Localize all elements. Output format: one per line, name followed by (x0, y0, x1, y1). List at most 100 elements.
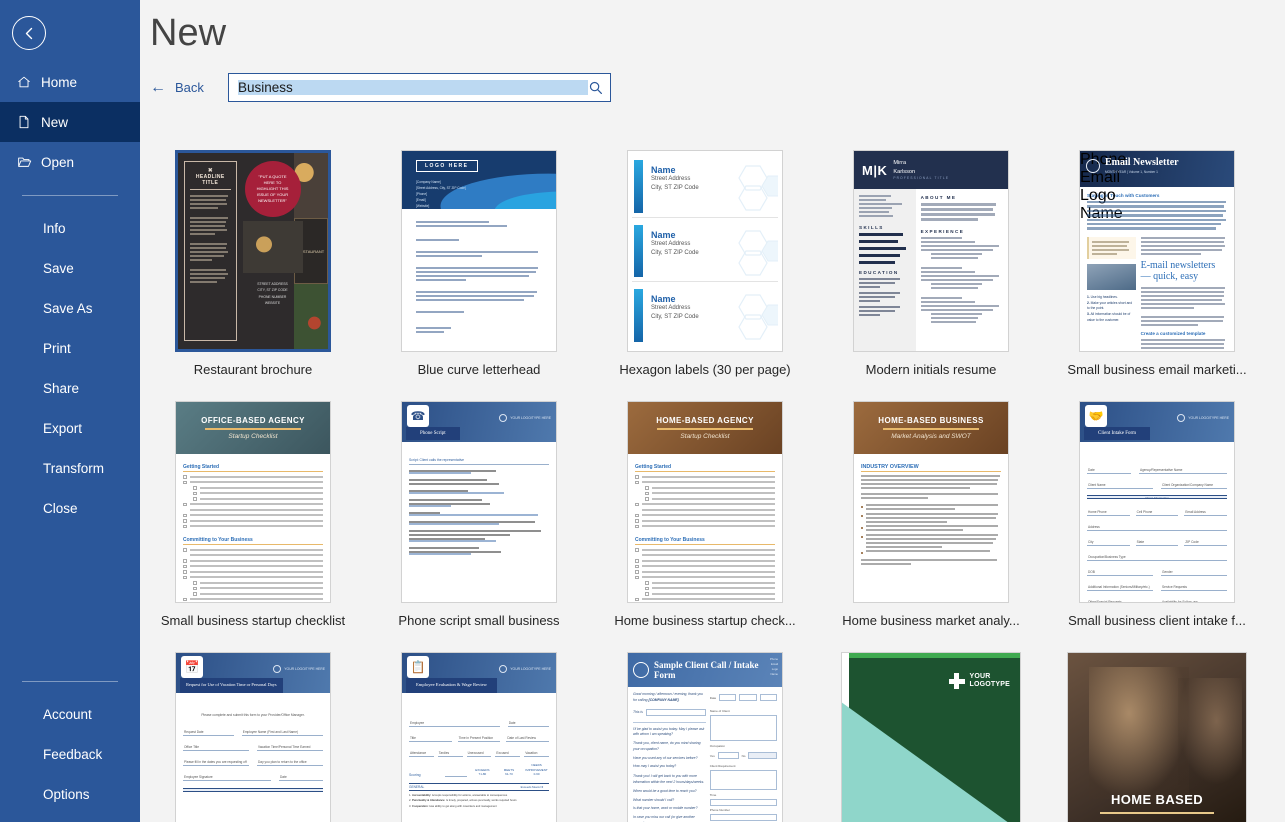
analysis-section-1: INDUSTRY OVERVIEW (861, 464, 1001, 472)
phone-icon: ☎ (407, 405, 429, 427)
sidebar-item-save-as[interactable]: Save As (0, 288, 140, 328)
resume-about-heading: ABOUT ME (920, 195, 957, 200)
template-card-restaurant-brochure[interactable]: ✖ HEADLINE TITLE "PUT A QUOTE HERE TO HI… (140, 140, 366, 377)
label-street: Street Address (651, 240, 691, 247)
medical-cross-icon (948, 673, 965, 690)
page-title: New (150, 12, 227, 54)
restaurant-brochure-art: ✖ HEADLINE TITLE "PUT A QUOTE HERE TO HI… (178, 153, 328, 349)
sidebar-item-share[interactable]: Share (0, 368, 140, 408)
new-document-icon (17, 115, 41, 129)
newsletter-masthead: Email Newsletter (1105, 157, 1179, 168)
sidebar-item-new-label: New (41, 114, 69, 130)
template-card-blue-curve-letterhead[interactable]: LOGO HERE [Company Name] [Street Address,… (366, 140, 592, 377)
search-input[interactable]: Business (228, 73, 611, 102)
sidebar-item-home[interactable]: Home (0, 62, 140, 102)
label-city: City, ST ZIP Code (651, 249, 699, 256)
template-thumbnail[interactable]: Email Newsletter MONTH YEAR | Volume 1, … (1079, 150, 1235, 352)
analysis-title: HOME-BASED BUSINESS (878, 416, 984, 425)
template-caption: Small business email marketi... (1067, 362, 1247, 377)
sidebar-item-transform[interactable]: Transform (0, 448, 140, 488)
template-card-vacation-request-form[interactable]: 📅 YOUR LOGO/TYPE HERE Request for Use of… (140, 642, 366, 822)
sidebar-item-open[interactable]: Open (0, 142, 140, 182)
checklist-section-1: Getting Started (183, 464, 323, 472)
section-strip: Client Information (1087, 495, 1227, 500)
header-nav: Phone Email Logo Name (769, 657, 778, 677)
template-row: 📅 YOUR LOGO/TYPE HERE Request for Use of… (140, 642, 1285, 822)
template-card-home-based-photo-template[interactable]: HOME BASED (1044, 642, 1270, 822)
brochure-headline: HEADLINE TITLE (190, 174, 231, 190)
green-logotype-art: YOUR LOGOTYPE (842, 653, 1020, 822)
back-link[interactable]: ← Back (150, 78, 228, 96)
template-caption: Phone script small business (398, 613, 560, 628)
template-thumbnail[interactable]: OFFICE-BASED AGENCY Startup Checklist Ge… (175, 401, 331, 603)
template-caption: Modern initials resume (865, 362, 997, 377)
back-circle-button[interactable] (12, 16, 46, 50)
template-card-small-business-startup-checklist[interactable]: OFFICE-BASED AGENCY Startup Checklist Ge… (140, 391, 366, 628)
template-thumbnail[interactable]: HOME BASED (1067, 652, 1247, 822)
template-card-employee-evaluation-wage-review[interactable]: 📋 YOUR LOGO/TYPE HERE Employee Evaluatio… (366, 642, 592, 822)
back-link-label: Back (175, 80, 204, 95)
template-thumbnail[interactable]: ✖ HEADLINE TITLE "PUT A QUOTE HERE TO HI… (175, 150, 331, 352)
sidebar-item-info[interactable]: Info (0, 208, 140, 248)
template-card-modern-initials-resume[interactable]: M|K Mirra Karlsson PROFESSIONAL TITLE SK… (818, 140, 1044, 377)
template-thumbnail[interactable]: Name Street Address City, ST ZIP Code Na… (627, 150, 783, 352)
sidebar-item-options[interactable]: Options (0, 774, 140, 814)
template-card-home-business-startup-checklist[interactable]: HOME-BASED AGENCY Startup Checklist Gett… (592, 391, 818, 628)
sidebar-item-export-label: Export (43, 420, 83, 436)
template-caption: Home business startup check... (614, 613, 796, 628)
analysis-subtitle: Market Analysis and SWOT (891, 433, 971, 440)
template-thumbnail[interactable]: M|K Mirra Karlsson PROFESSIONAL TITLE SK… (853, 150, 1009, 352)
sidebar-divider-top (22, 195, 118, 196)
template-caption: Small business client intake f... (1068, 613, 1246, 628)
checklist-title: HOME-BASED AGENCY (656, 416, 754, 425)
sidebar-item-print-label: Print (43, 340, 71, 356)
left-arrow-icon: ← (150, 78, 166, 96)
form-lead: Please complete and submit this form to … (201, 713, 305, 717)
search-icon[interactable] (588, 80, 604, 96)
template-thumbnail[interactable]: 📋 YOUR LOGO/TYPE HERE Employee Evaluatio… (401, 652, 557, 822)
home-icon (17, 75, 41, 89)
template-thumbnail[interactable]: 🤝 YOUR LOGO/TYPE HERE Client Intake Form… (1079, 401, 1235, 603)
sidebar-item-options-label: Options (43, 786, 90, 802)
sidebar-item-feedback[interactable]: Feedback (0, 734, 140, 774)
template-thumbnail[interactable]: HOME-BASED BUSINESS Market Analysis and … (853, 401, 1009, 603)
template-thumbnail[interactable]: ☎ YOUR LOGO/TYPE HERE Phone Script Scrip… (401, 401, 557, 603)
template-card-green-logotype-template[interactable]: YOUR LOGOTYPE (818, 642, 1044, 822)
template-thumbnail[interactable]: Sample Client Call / Intake Form Phone Em… (627, 652, 783, 822)
template-thumbnail[interactable]: 📅 YOUR LOGO/TYPE HERE Request for Use of… (175, 652, 331, 822)
market-analysis-art: HOME-BASED BUSINESS Market Analysis and … (854, 402, 1008, 602)
backstage-sidebar: Home New Open Info Save Save As Print Sh… (0, 0, 140, 822)
sidebar-item-print[interactable]: Print (0, 328, 140, 368)
template-thumbnail[interactable]: HOME-BASED AGENCY Startup Checklist Gett… (627, 401, 783, 603)
logo-placeholder: YOUR LOGO/TYPE HERE (273, 665, 325, 673)
template-row: OFFICE-BASED AGENCY Startup Checklist Ge… (140, 391, 1285, 628)
resume-experience-heading: EXPERIENCE (920, 229, 965, 234)
sidebar-item-close[interactable]: Close (0, 488, 140, 528)
logotype-line-1: YOUR (969, 673, 991, 680)
resume-initials: M|K (862, 162, 888, 178)
sidebar-item-export[interactable]: Export (0, 408, 140, 448)
template-thumbnail[interactable]: YOUR LOGOTYPE (841, 652, 1021, 822)
sidebar-item-save[interactable]: Save (0, 248, 140, 288)
template-thumbnail[interactable]: LOGO HERE [Company Name] [Street Address,… (401, 150, 557, 352)
template-card-hexagon-labels[interactable]: Name Street Address City, ST ZIP Code Na… (592, 140, 818, 377)
hexagon-icon (738, 294, 778, 340)
document-tab-title: Phone Script (406, 427, 460, 440)
resume-education-heading: EDUCATION (859, 270, 899, 275)
sidebar-item-new[interactable]: New (0, 102, 140, 142)
label-city: City, ST ZIP Code (651, 314, 699, 321)
template-card-home-business-market-analysis[interactable]: HOME-BASED BUSINESS Market Analysis and … (818, 391, 1044, 628)
template-grid[interactable]: ✖ HEADLINE TITLE "PUT A QUOTE HERE TO HI… (140, 130, 1285, 822)
checklist-subtitle: Startup Checklist (228, 433, 278, 440)
template-card-small-business-email-marketing[interactable]: Email Newsletter MONTH YEAR | Volume 1, … (1044, 140, 1270, 377)
modern-initials-resume-art: M|K Mirra Karlsson PROFESSIONAL TITLE SK… (854, 151, 1008, 351)
email-newsletter-art: Email Newsletter MONTH YEAR | Volume 1, … (1080, 151, 1234, 351)
template-card-sample-client-call-intake-form[interactable]: Sample Client Call / Intake Form Phone Em… (592, 642, 818, 822)
search-row: ← Back Business (150, 73, 1285, 102)
template-card-small-business-client-intake-form[interactable]: 🤝 YOUR LOGO/TYPE HERE Client Intake Form… (1044, 391, 1270, 628)
template-card-phone-script-small-business[interactable]: ☎ YOUR LOGO/TYPE HERE Phone Script Scrip… (366, 391, 592, 628)
sidebar-item-account[interactable]: Account (0, 694, 140, 734)
open-folder-icon (17, 155, 41, 169)
person-icon (633, 662, 649, 678)
brochure-quote: "PUT A QUOTE HERE TO HIGHLIGHT THIS ISSU… (244, 161, 301, 217)
